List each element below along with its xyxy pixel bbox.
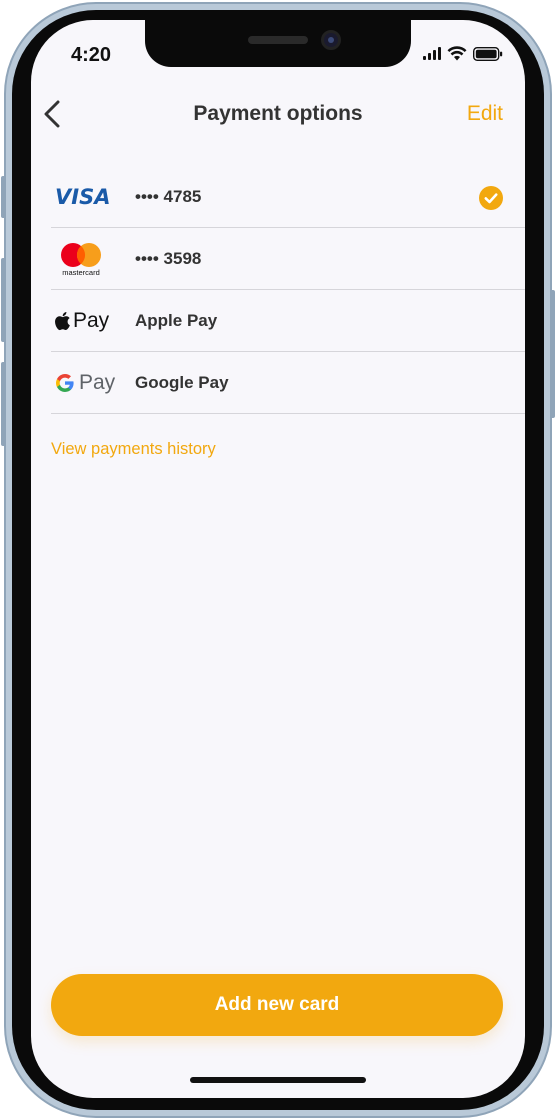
status-time: 4:20 [71, 44, 112, 66]
google-pay-wordmark: Pay [79, 370, 116, 394]
screen: 4:20 Payment options Edit VISA •••• 4785… [31, 20, 525, 1098]
apple-pay-logo: Pay [51, 301, 135, 341]
silent-switch [1, 176, 6, 218]
mastercard-wordmark: mastercard [62, 268, 100, 277]
payment-method-mastercard[interactable]: mastercard •••• 3598 [51, 228, 525, 290]
notch [145, 20, 411, 67]
google-pay-logo: Pay [51, 363, 135, 403]
volume-down-button [1, 362, 6, 446]
apple-pay-wordmark: Pay [73, 308, 110, 332]
status-icons [423, 46, 503, 61]
view-payments-history-link[interactable]: View payments history [51, 440, 216, 459]
speaker-grille [248, 36, 308, 44]
visa-logo: VISA [55, 184, 111, 209]
mastercard-logo: mastercard [51, 239, 135, 279]
home-indicator[interactable] [190, 1077, 366, 1083]
payment-method-label: •••• 3598 [135, 248, 202, 268]
payment-method-apple-pay[interactable]: Pay Apple Pay [51, 290, 525, 352]
google-g-icon [56, 373, 74, 392]
apple-icon [55, 311, 70, 330]
edit-button[interactable]: Edit [467, 102, 503, 126]
front-camera [321, 30, 341, 50]
payment-methods-list: VISA •••• 4785 mastercard •••• 3598 Pay … [51, 166, 525, 414]
volume-up-button [1, 258, 6, 342]
payment-method-label: Apple Pay [135, 310, 218, 330]
selected-checkmark-icon [479, 186, 503, 210]
wifi-icon [447, 46, 467, 61]
payment-method-label: •••• 4785 [135, 186, 202, 206]
power-button [550, 290, 555, 418]
page-title: Payment options [193, 102, 363, 125]
navigation-bar: Payment options Edit [31, 92, 525, 136]
payment-method-visa[interactable]: VISA •••• 4785 [51, 166, 525, 228]
cellular-signal-icon [423, 47, 441, 60]
battery-icon [473, 46, 503, 61]
payment-method-label: Google Pay [135, 372, 229, 392]
add-new-card-button[interactable]: Add new card [51, 974, 503, 1036]
payment-method-google-pay[interactable]: Pay Google Pay [51, 352, 525, 414]
